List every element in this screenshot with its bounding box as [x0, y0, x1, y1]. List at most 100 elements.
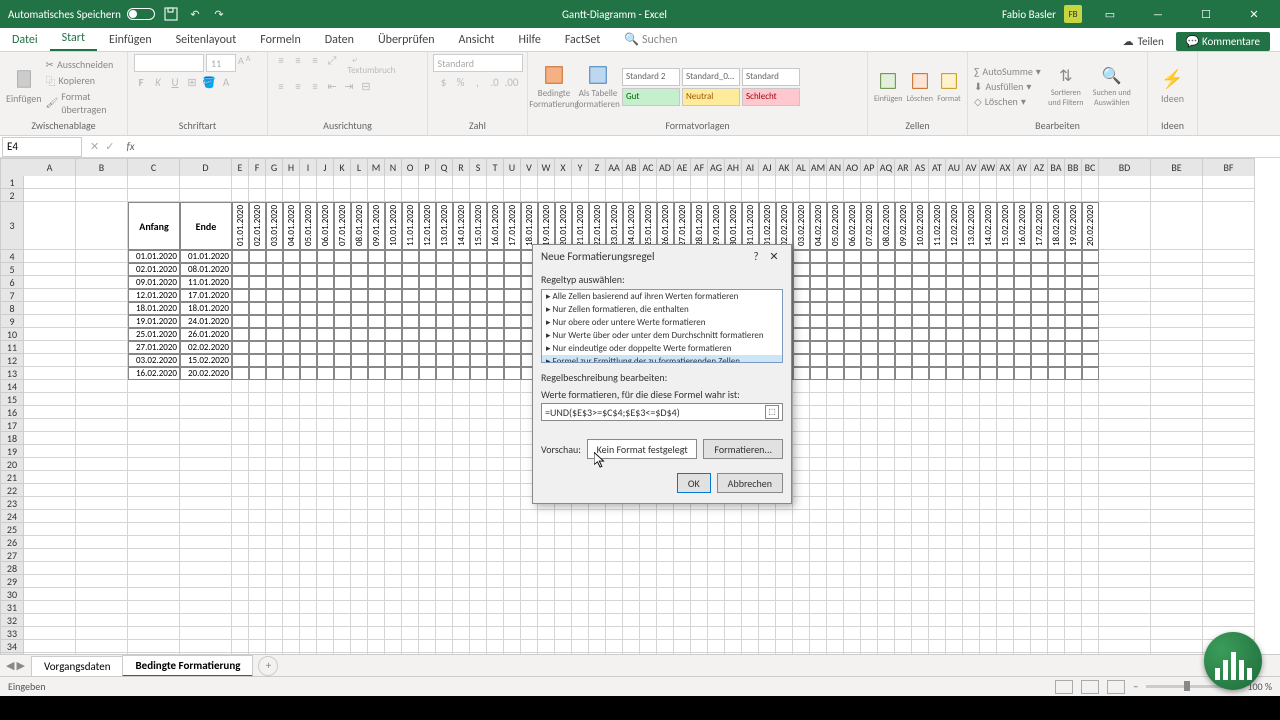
- cell[interactable]: [1203, 354, 1255, 367]
- cell[interactable]: [1082, 523, 1099, 536]
- col-header[interactable]: BA: [1048, 158, 1065, 176]
- cell[interactable]: [844, 419, 861, 432]
- cell[interactable]: [402, 354, 419, 367]
- style-bad[interactable]: Schlecht: [742, 88, 800, 106]
- cell[interactable]: [402, 250, 419, 263]
- cell[interactable]: [997, 250, 1014, 263]
- cell[interactable]: [1082, 562, 1099, 575]
- cell[interactable]: [555, 614, 572, 627]
- cell[interactable]: [334, 289, 351, 302]
- cell[interactable]: [419, 458, 436, 471]
- cell[interactable]: [895, 471, 912, 484]
- cell[interactable]: [266, 471, 283, 484]
- cell[interactable]: [300, 484, 317, 497]
- cell[interactable]: [895, 549, 912, 562]
- cell[interactable]: [249, 315, 266, 328]
- cell[interactable]: [793, 189, 810, 202]
- cell[interactable]: [640, 562, 657, 575]
- cell[interactable]: [487, 575, 504, 588]
- cell[interactable]: [334, 497, 351, 510]
- cell[interactable]: [76, 393, 128, 406]
- cell[interactable]: [521, 523, 538, 536]
- cell[interactable]: [24, 250, 76, 263]
- cell[interactable]: [504, 458, 521, 471]
- cell[interactable]: [249, 393, 266, 406]
- cell[interactable]: [725, 653, 742, 654]
- cell[interactable]: 28.01.2020: [691, 202, 708, 250]
- enter-formula-icon[interactable]: ✓: [105, 140, 114, 153]
- cell[interactable]: [266, 614, 283, 627]
- cell[interactable]: [453, 315, 470, 328]
- cell[interactable]: [1065, 458, 1082, 471]
- cell[interactable]: [640, 536, 657, 549]
- cell[interactable]: [180, 380, 232, 393]
- cell[interactable]: [504, 302, 521, 315]
- cell[interactable]: [963, 380, 980, 393]
- cell[interactable]: [589, 653, 606, 654]
- row-header[interactable]: 14: [0, 380, 24, 393]
- cell[interactable]: [895, 302, 912, 315]
- cell[interactable]: [385, 523, 402, 536]
- cell[interactable]: [810, 341, 827, 354]
- cell[interactable]: [895, 393, 912, 406]
- cell[interactable]: [827, 640, 844, 653]
- cell[interactable]: [759, 601, 776, 614]
- col-header[interactable]: BF: [1203, 158, 1255, 176]
- tab-factset[interactable]: FactSet: [553, 29, 612, 51]
- cell[interactable]: [861, 341, 878, 354]
- cell[interactable]: [606, 176, 623, 189]
- cell[interactable]: [980, 289, 997, 302]
- cell[interactable]: [980, 367, 997, 380]
- cell[interactable]: [402, 627, 419, 640]
- cell[interactable]: [453, 276, 470, 289]
- cell[interactable]: [759, 614, 776, 627]
- cell[interactable]: [351, 367, 368, 380]
- cell[interactable]: [844, 497, 861, 510]
- cell[interactable]: [912, 640, 929, 653]
- cell[interactable]: [878, 640, 895, 653]
- cell[interactable]: [708, 653, 725, 654]
- cell[interactable]: 27.01.2020: [674, 202, 691, 250]
- cell[interactable]: 03.02.2020: [128, 354, 180, 367]
- cell[interactable]: [1203, 549, 1255, 562]
- cell[interactable]: [385, 315, 402, 328]
- cell[interactable]: [76, 250, 128, 263]
- cell[interactable]: [351, 406, 368, 419]
- cell[interactable]: [487, 510, 504, 523]
- search-box[interactable]: 🔍 Suchen: [612, 28, 689, 51]
- row-header[interactable]: 4: [0, 250, 24, 263]
- col-header[interactable]: AQ: [878, 158, 895, 176]
- cell[interactable]: [997, 627, 1014, 640]
- cell[interactable]: [640, 601, 657, 614]
- cell[interactable]: [249, 419, 266, 432]
- cell[interactable]: [249, 354, 266, 367]
- cell[interactable]: [266, 601, 283, 614]
- cell[interactable]: [895, 250, 912, 263]
- cell[interactable]: [861, 627, 878, 640]
- cell[interactable]: [538, 627, 555, 640]
- cell[interactable]: [997, 432, 1014, 445]
- cell[interactable]: [249, 588, 266, 601]
- cell[interactable]: [776, 575, 793, 588]
- cell[interactable]: [861, 549, 878, 562]
- cell[interactable]: [963, 484, 980, 497]
- cell[interactable]: [283, 263, 300, 276]
- cell[interactable]: [572, 536, 589, 549]
- cell[interactable]: [283, 458, 300, 471]
- cell[interactable]: [180, 549, 232, 562]
- align-top-icon[interactable]: ≡: [274, 54, 288, 76]
- col-header[interactable]: Z: [589, 158, 606, 176]
- cell[interactable]: [1014, 289, 1031, 302]
- cell[interactable]: [640, 523, 657, 536]
- cell[interactable]: [827, 510, 844, 523]
- cell[interactable]: [708, 510, 725, 523]
- cell[interactable]: [470, 601, 487, 614]
- cell[interactable]: [810, 549, 827, 562]
- cell[interactable]: [759, 189, 776, 202]
- cell[interactable]: [946, 176, 963, 189]
- cell[interactable]: [555, 601, 572, 614]
- cell[interactable]: [844, 445, 861, 458]
- cell[interactable]: [538, 549, 555, 562]
- cell[interactable]: 01.02.2020: [759, 202, 776, 250]
- cell[interactable]: [912, 189, 929, 202]
